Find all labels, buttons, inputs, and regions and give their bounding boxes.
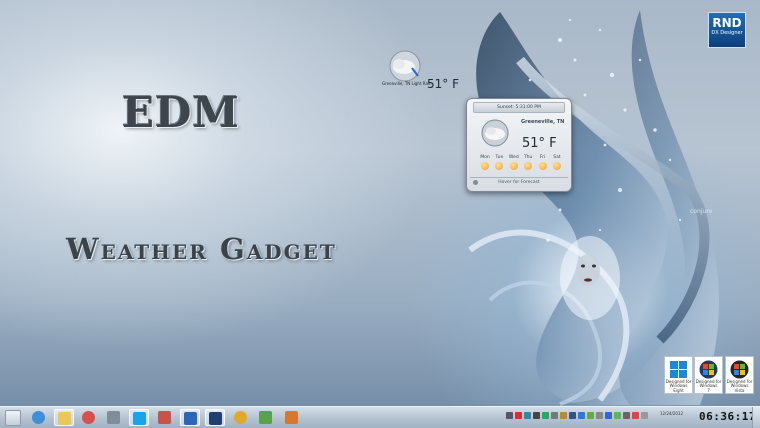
partly-sunny-icon: [524, 162, 533, 170]
sun-icon: [552, 162, 561, 170]
windows7-badge: Designed for Windows 7: [694, 356, 723, 394]
show-desktop-button[interactable]: [752, 407, 760, 428]
tray-icon[interactable]: [587, 412, 594, 419]
forecast-day[interactable]: Fri: [536, 155, 550, 170]
settings-icon[interactable]: [473, 180, 478, 185]
mini-temperature: 51° F: [427, 77, 459, 91]
desktop-subtitle: Weather Gadget: [66, 232, 337, 266]
badge-text: Vista: [734, 387, 745, 393]
people-icon[interactable]: [256, 409, 276, 426]
tray-icon[interactable]: [560, 412, 567, 419]
outlook-icon[interactable]: [180, 409, 200, 426]
forecast-day[interactable]: Thu: [521, 155, 535, 170]
tray-icon[interactable]: [641, 412, 648, 419]
tray-icon[interactable]: [569, 412, 576, 419]
tray-icon[interactable]: [524, 412, 531, 419]
windows8-logo: [670, 361, 687, 378]
partly-sunny-icon: [495, 162, 504, 170]
wallpaper-credit: conjure: [690, 208, 713, 215]
internet-explorer-icon[interactable]: [29, 409, 49, 426]
chrome-icon[interactable]: [231, 409, 251, 426]
mini-caption: Greenville, TN Light Rain: [382, 81, 432, 86]
partly-sunny-icon: [481, 162, 489, 170]
footer-label: Hover for Forecast: [498, 180, 540, 185]
day-label: Mon: [480, 155, 490, 160]
tray-icon[interactable]: [515, 412, 522, 419]
windows-vista-badge: Designed for Windows Vista: [725, 356, 754, 394]
taskbar-clock[interactable]: 06:36:17pm: [699, 410, 760, 423]
tray-icon[interactable]: [551, 412, 558, 419]
desktop-title: EDM: [122, 88, 240, 137]
file-explorer-icon[interactable]: [54, 409, 74, 426]
windows7-logo: [699, 360, 718, 379]
tray-icon[interactable]: [623, 412, 630, 419]
logo-line1: RND: [712, 16, 742, 30]
day-label: Tue: [495, 155, 504, 160]
box-app-icon[interactable]: [155, 409, 175, 426]
tray-icon[interactable]: [614, 412, 621, 419]
windows8-badge: Designed for Windows Eight: [664, 356, 693, 394]
sun-icon: [538, 162, 547, 170]
forecast-day[interactable]: Tue: [492, 155, 506, 170]
windows-start-icon[interactable]: [5, 410, 21, 426]
forecast-day[interactable]: Wed: [507, 155, 521, 170]
day-label: Sat: [553, 155, 561, 160]
tray-icon[interactable]: [596, 412, 603, 419]
cloud-rain-icon: [389, 50, 421, 82]
forecast-days: Mon Tue Wed Thu Fri Sat: [478, 155, 564, 170]
city-name: Greeneville, TN: [521, 119, 565, 125]
files-icon[interactable]: [282, 409, 302, 426]
tray-icon[interactable]: [632, 412, 639, 419]
forecast-day[interactable]: Mon: [478, 155, 492, 170]
windows-vista-logo: [730, 360, 749, 379]
mini-weather-gadget[interactable]: Greenville, TN Light Rain 51° F: [382, 50, 462, 94]
date-display[interactable]: 12/24/2012: [660, 411, 683, 416]
tray-icon[interactable]: [506, 412, 513, 419]
tray-icon[interactable]: [533, 412, 540, 419]
sunset-time: Sunset: 5:31:00 PM: [473, 102, 565, 113]
cloud-icon: [481, 119, 509, 147]
logo-line2: DX Designer: [711, 30, 743, 36]
skype-icon[interactable]: [129, 409, 149, 426]
badge-text: Eight: [673, 387, 684, 393]
badge-text: 7: [707, 387, 710, 393]
wallpaper-art: [468, 10, 719, 406]
rnd-logo: RND DX Designer: [708, 12, 746, 48]
tray-icon[interactable]: [542, 412, 549, 419]
weather-gadget[interactable]: Sunset: 5:31:00 PM Greeneville, TN 51° F…: [466, 98, 572, 192]
day-label: Wed: [508, 155, 519, 160]
forecast-footer[interactable]: Hover for Forecast: [470, 177, 568, 188]
tray-icon[interactable]: [578, 412, 585, 419]
system-tray: [506, 412, 656, 422]
day-label: Thu: [523, 155, 533, 160]
forecast-day[interactable]: Sat: [550, 155, 564, 170]
tray-icon[interactable]: [605, 412, 612, 419]
current-temperature: 51° F: [522, 136, 557, 151]
photoshop-icon[interactable]: [205, 409, 225, 426]
partly-sunny-icon: [509, 162, 518, 170]
paint-icon[interactable]: [79, 409, 99, 426]
clock-time: 06:36:17: [699, 410, 756, 423]
taskbar: 12/24/2012 06:36:17pm: [0, 406, 760, 428]
recycle-bin-icon[interactable]: [104, 409, 124, 426]
day-label: Fri: [539, 155, 546, 160]
